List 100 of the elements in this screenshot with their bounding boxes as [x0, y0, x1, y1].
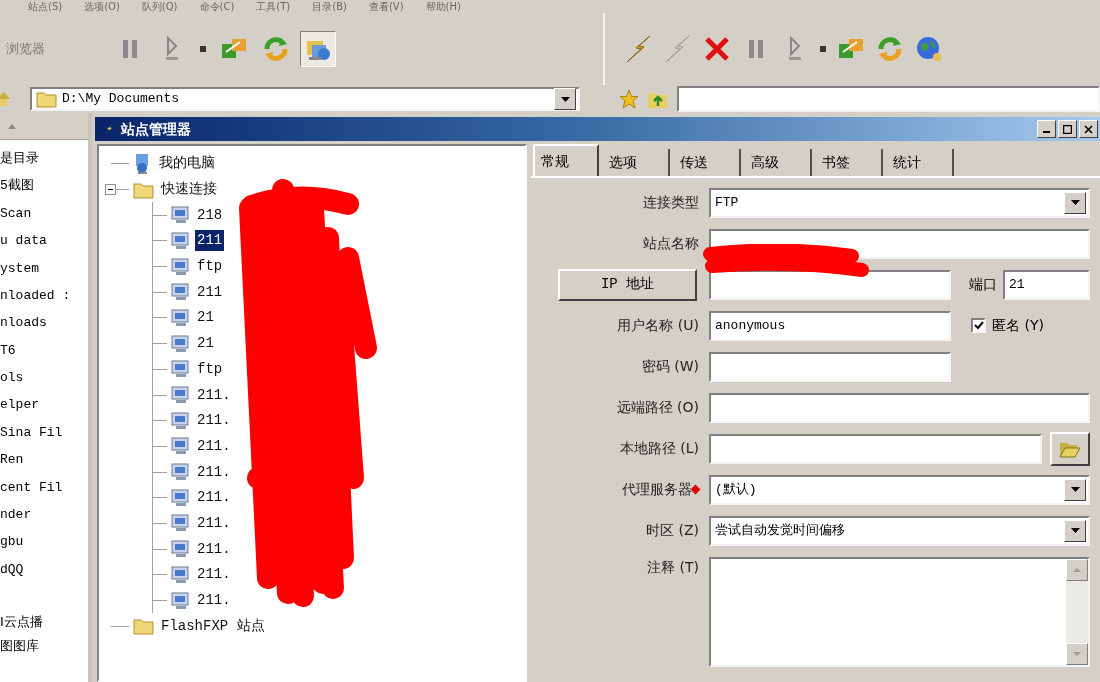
file-name[interactable]: Scan: [0, 199, 88, 228]
computer-icon: [171, 514, 191, 533]
tree-item[interactable]: 21: [195, 333, 216, 355]
menu-item[interactable]: 命令(C): [199, 1, 235, 13]
minimize-button[interactable]: [1037, 120, 1056, 138]
file-name[interactable]: ols: [0, 364, 88, 392]
port-field[interactable]: 21: [1003, 269, 1090, 300]
tab[interactable]: 常规: [533, 144, 599, 176]
field-label: 连接类型: [643, 193, 699, 212]
comment-field[interactable]: [709, 557, 1090, 667]
sort-arrow-icon: [8, 123, 16, 129]
browse-button[interactable]: [1050, 431, 1090, 466]
caret-icon: [1070, 487, 1080, 492]
file-name[interactable]: gbu: [0, 528, 88, 556]
tree-item[interactable]: 211.: [195, 564, 233, 586]
tree-item[interactable]: 211.: [195, 435, 233, 457]
minimize-icon: [1043, 131, 1050, 133]
tree-item[interactable]: 211.: [195, 384, 233, 406]
tree-item[interactable]: ftp: [195, 256, 225, 278]
menu-item[interactable]: 选项(O): [84, 1, 120, 13]
input-field[interactable]: anonymous: [709, 310, 951, 341]
checkbox-label: 匿名 (Y): [992, 316, 1044, 335]
refresh-icon: [262, 35, 290, 63]
checkbox[interactable]: [971, 318, 986, 333]
menu-item[interactable]: 工具(T): [256, 1, 291, 13]
ip-address-button[interactable]: IP 地址: [558, 268, 697, 301]
menu-item[interactable]: 查看(V): [368, 1, 404, 13]
computer-icon: [171, 437, 191, 456]
computer-icon: [171, 591, 191, 610]
field-label: 注释 (T): [647, 558, 699, 577]
file-name[interactable]: 是目录: [0, 145, 88, 173]
file-name[interactable]: nloads: [0, 309, 88, 337]
file-name[interactable]: nder: [0, 501, 88, 529]
select-value: (默认): [715, 480, 757, 499]
input-field[interactable]: [709, 433, 1042, 464]
tree-item[interactable]: 211.: [195, 461, 233, 483]
file-name[interactable]: 图图库: [0, 633, 88, 658]
field-label: 本地路径 (L): [619, 439, 699, 458]
file-name[interactable]: Sina Fil: [0, 418, 88, 447]
maximize-button[interactable]: [1058, 120, 1077, 138]
path-combobox[interactable]: D:\My Documents: [30, 87, 580, 111]
tree-item[interactable]: 211.: [195, 487, 233, 509]
file-name[interactable]: cent Fil: [0, 473, 88, 502]
input-field[interactable]: [709, 269, 951, 300]
window-title: 站点管理器: [121, 119, 192, 139]
close-button[interactable]: [1079, 120, 1098, 138]
dropdown-button[interactable]: [1064, 478, 1086, 501]
file-name[interactable]: ystem: [0, 254, 88, 282]
computer-icon: [171, 308, 191, 327]
field-label: 密码 (W): [641, 357, 699, 376]
panel-label: 浏览器: [6, 40, 46, 59]
path-field[interactable]: [677, 86, 1100, 112]
select-field[interactable]: 尝试自动发觉时间偏移: [709, 515, 1090, 546]
tree-item[interactable]: 21: [195, 307, 216, 329]
pause-icon: [746, 38, 766, 60]
collapse-toggle[interactable]: [105, 184, 116, 196]
dropdown-button[interactable]: [1064, 519, 1086, 542]
tree-item[interactable]: 211.: [195, 538, 233, 560]
select-field[interactable]: (默认): [709, 474, 1090, 505]
file-name[interactable]: u data: [0, 227, 88, 255]
tree-item[interactable]: 211.: [195, 590, 233, 612]
dropdown-icon: [200, 46, 206, 52]
menu-item[interactable]: 站点(S): [28, 1, 63, 13]
dropdown-button[interactable]: [554, 88, 576, 110]
tree-item[interactable]: 快速连接: [159, 179, 219, 201]
dropdown-icon: [820, 46, 826, 52]
computer-icon: [171, 386, 191, 405]
maximize-icon: [1063, 124, 1072, 134]
tree-item[interactable]: 我的电脑: [157, 153, 217, 175]
computer-icon: [171, 231, 191, 250]
file-name[interactable]: Ren: [0, 446, 88, 474]
folder-icon: [36, 90, 58, 108]
select-value: 尝试自动发觉时间偏移: [715, 521, 845, 540]
tree-item[interactable]: 211.: [195, 512, 233, 534]
tree-item[interactable]: 211: [195, 230, 225, 252]
menu-item[interactable]: 目录(B): [312, 1, 347, 13]
menu-item[interactable]: 帮助(H): [425, 1, 461, 13]
file-name[interactable]: 5截图: [0, 172, 88, 200]
tree-item[interactable]: 211: [195, 281, 225, 303]
dropdown-button[interactable]: [1064, 191, 1086, 214]
input-field[interactable]: [709, 392, 1090, 423]
up-arrow-icon: [1073, 568, 1081, 572]
file-name[interactable]: T6: [0, 336, 88, 365]
computer-icon: [171, 257, 191, 276]
tree-item[interactable]: ftp: [195, 358, 225, 380]
file-name[interactable]: nloaded :: [0, 281, 88, 310]
field-label: 远端路径 (O): [616, 398, 699, 417]
tree-item[interactable]: 211.: [195, 410, 233, 432]
field-label: 用户名称 (U): [617, 316, 699, 335]
select-field[interactable]: FTP: [709, 187, 1090, 218]
tree-item[interactable]: 218: [195, 204, 225, 226]
refresh-icon: [876, 35, 904, 63]
menu-item[interactable]: 队列(Q): [141, 1, 178, 13]
file-name[interactable]: elper: [0, 391, 88, 419]
scrollbar[interactable]: [1066, 559, 1088, 665]
input-field[interactable]: [709, 351, 951, 382]
toolbar-button[interactable]: [300, 31, 336, 67]
file-name[interactable]: dQQ: [0, 555, 88, 584]
tree-item[interactable]: FlashFXP 站点: [159, 615, 267, 637]
file-name[interactable]: I云点播: [0, 609, 88, 634]
